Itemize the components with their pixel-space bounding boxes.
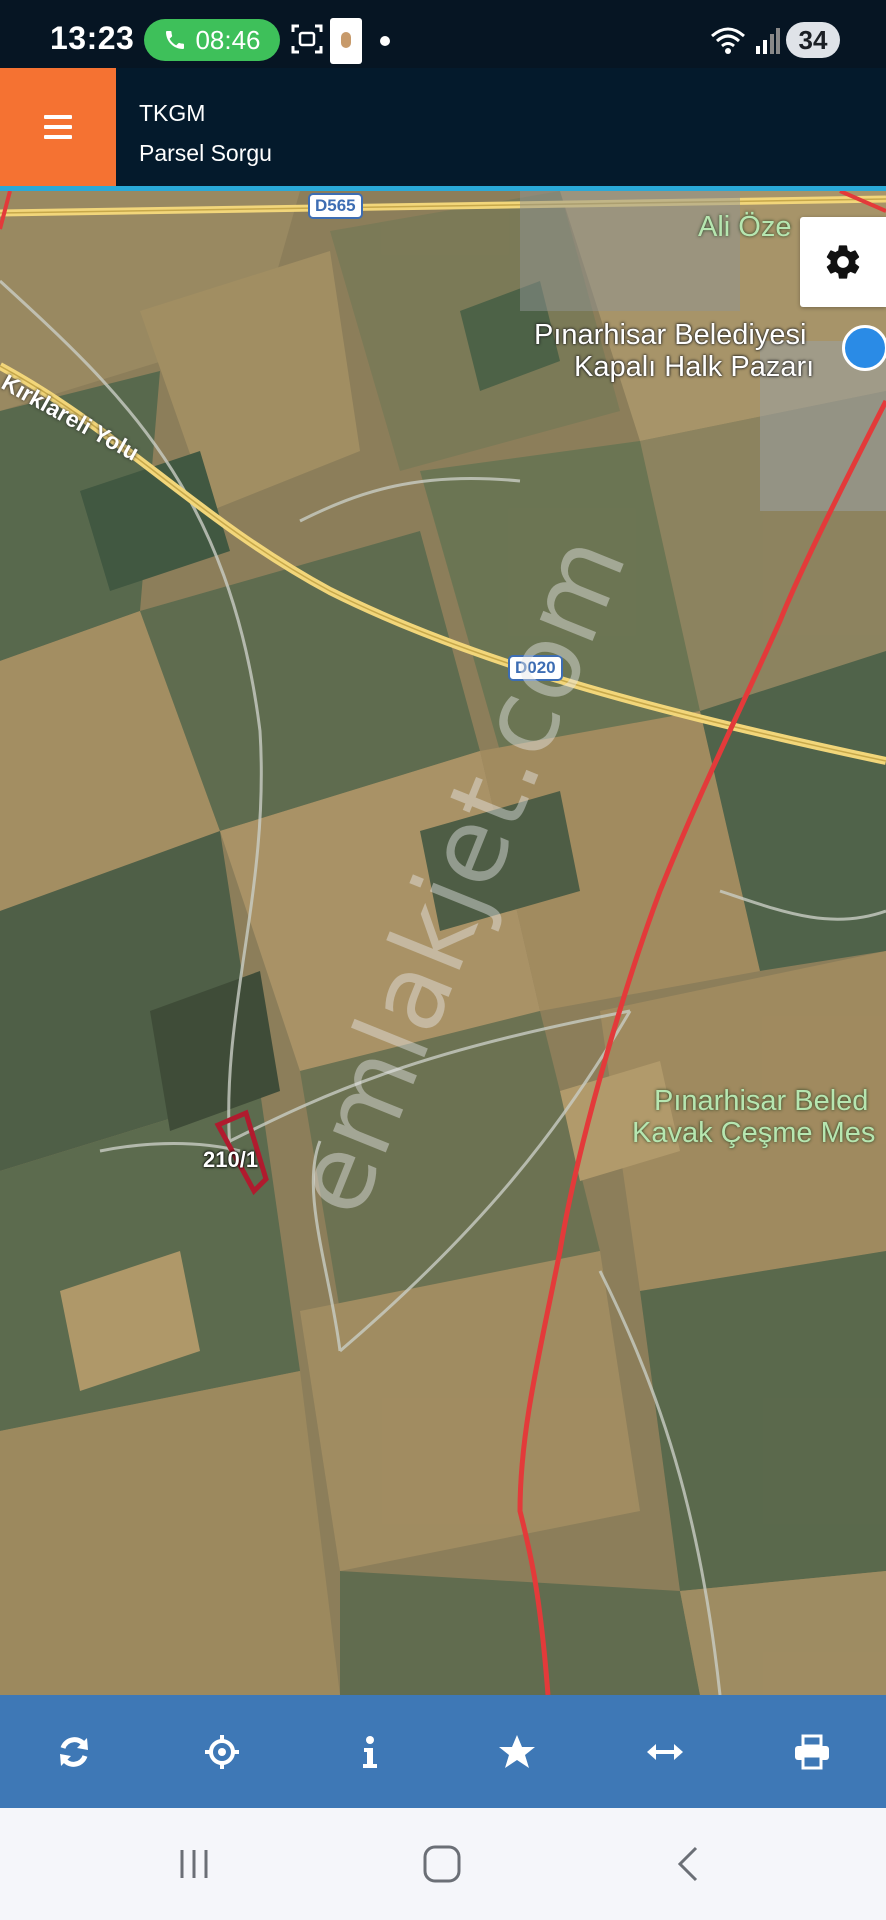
locate-button[interactable] bbox=[148, 1695, 296, 1808]
app-header: TKGM Parsel Sorgu bbox=[0, 68, 886, 186]
back-button[interactable] bbox=[660, 1838, 720, 1890]
call-timer-pill[interactable]: 08:46 bbox=[144, 19, 280, 61]
place-label-ali-oze: Ali Öze bbox=[698, 211, 792, 243]
app-subtitle: Parsel Sorgu bbox=[139, 140, 272, 166]
status-bar: 13:23 08:46 34 bbox=[0, 0, 886, 68]
road-shield-d565: D565 bbox=[308, 193, 363, 219]
refresh-button[interactable] bbox=[0, 1695, 148, 1808]
locate-icon bbox=[204, 1734, 239, 1769]
signal-icon bbox=[756, 28, 780, 54]
place-label-market-line1: Pınarhisar Belediyesi bbox=[534, 319, 807, 351]
place-label-cemetery-line2: Kavak Çeşme Mes bbox=[632, 1117, 876, 1149]
gear-icon bbox=[826, 245, 860, 279]
screen-scan-icon bbox=[291, 24, 323, 54]
measure-button[interactable] bbox=[591, 1695, 739, 1808]
place-label-cemetery-line1: Pınarhisar Beled bbox=[654, 1085, 869, 1117]
star-icon bbox=[498, 1734, 535, 1768]
battery-indicator: 34 bbox=[786, 22, 840, 58]
favorite-button[interactable] bbox=[443, 1695, 591, 1808]
hamburger-menu-icon[interactable] bbox=[0, 68, 116, 186]
print-button[interactable] bbox=[738, 1695, 886, 1808]
shopping-cart-pin-icon[interactable] bbox=[842, 325, 886, 371]
system-nav-bar bbox=[0, 1808, 886, 1920]
notification-dot bbox=[380, 36, 390, 46]
app-title: TKGM bbox=[139, 100, 206, 126]
map-toolbar bbox=[0, 1695, 886, 1808]
back-icon bbox=[677, 1846, 698, 1882]
info-icon bbox=[363, 1735, 378, 1768]
info-button[interactable] bbox=[295, 1695, 443, 1808]
recent-apps-icon bbox=[180, 1850, 208, 1878]
place-label-market-line2: Kapalı Halk Pazarı bbox=[574, 351, 815, 383]
status-time: 13:23 bbox=[50, 20, 135, 56]
measure-icon bbox=[646, 1743, 683, 1760]
print-icon bbox=[795, 1734, 830, 1769]
satellite-map[interactable]: D565 D020 Kırklareli Yolu Ali Öze Pınarh… bbox=[0, 191, 886, 1695]
call-timer-text: 08:46 bbox=[195, 24, 261, 55]
parcel-label[interactable]: 210/1 bbox=[203, 1147, 258, 1173]
refresh-icon bbox=[59, 1736, 88, 1767]
recent-apps-button[interactable] bbox=[164, 1838, 224, 1890]
settings-button[interactable] bbox=[800, 217, 886, 307]
phone-icon bbox=[166, 31, 185, 49]
app-notification-icon bbox=[330, 18, 362, 64]
wifi-icon bbox=[711, 27, 745, 54]
home-button[interactable] bbox=[412, 1838, 472, 1890]
home-icon bbox=[423, 1845, 461, 1883]
